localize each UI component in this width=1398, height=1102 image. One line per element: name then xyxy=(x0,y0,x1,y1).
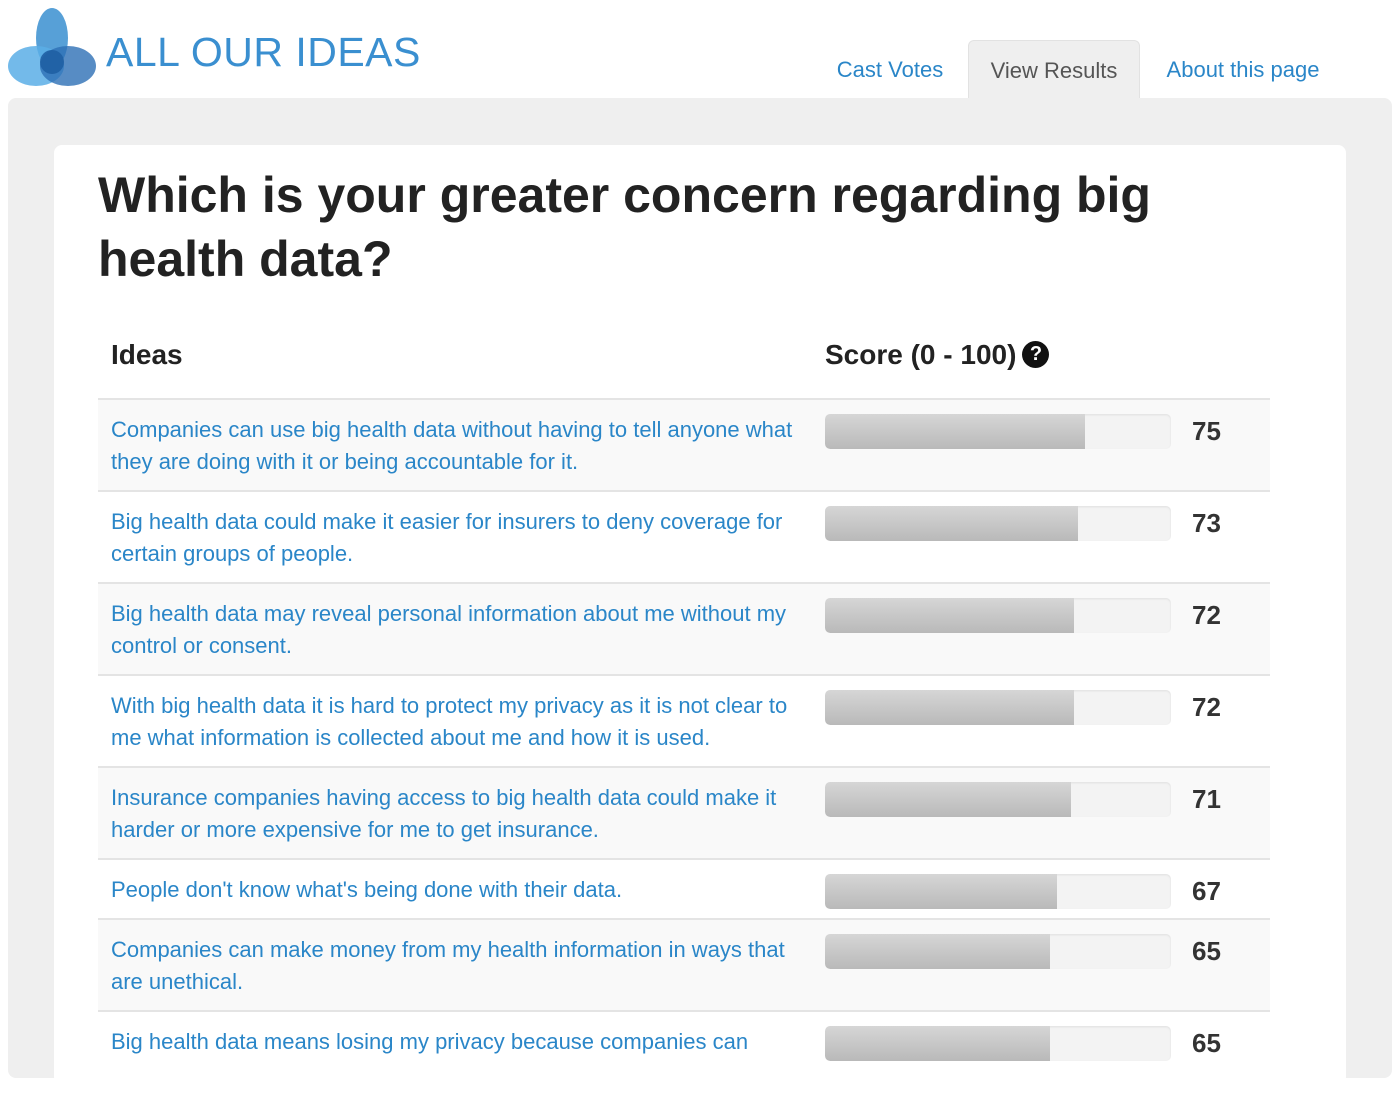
score-bar xyxy=(825,690,1171,725)
score-bar xyxy=(825,414,1171,449)
score-bar xyxy=(825,598,1171,633)
score-bar-fill xyxy=(825,506,1078,541)
ideas-column-header: Ideas xyxy=(111,339,183,370)
score-bar-fill xyxy=(825,414,1085,449)
score-bar xyxy=(825,1026,1171,1061)
table-row: Big health data may reveal personal info… xyxy=(98,582,1270,674)
table-row: Companies can make money from my health … xyxy=(98,918,1270,1010)
score-bar-fill xyxy=(825,598,1075,633)
score-value: 75 xyxy=(1192,416,1221,446)
idea-link[interactable]: Companies can make money from my health … xyxy=(111,934,801,998)
score-bar xyxy=(825,506,1171,541)
question-title: Which is your greater concern regarding … xyxy=(98,167,1151,287)
score-bar-fill xyxy=(825,874,1057,909)
score-value: 65 xyxy=(1192,1028,1221,1058)
tab-cast-votes[interactable]: Cast Votes xyxy=(820,40,960,100)
question-circle-icon[interactable]: ? xyxy=(1022,341,1050,368)
table-row: With big health data it is hard to prote… xyxy=(98,674,1270,766)
table-row: People don't know what's being done with… xyxy=(98,858,1270,918)
score-column-header: Score (0 - 100)? xyxy=(825,336,1050,374)
score-value: 67 xyxy=(1192,876,1221,906)
score-bar-fill xyxy=(825,690,1075,725)
score-value: 72 xyxy=(1192,692,1221,722)
score-bar-fill xyxy=(825,934,1050,969)
table-row: Big health data means losing my privacy … xyxy=(98,1010,1270,1102)
score-bar xyxy=(825,874,1171,909)
results-table: Companies can use big health data withou… xyxy=(98,398,1270,1102)
site-header: ALL OUR IDEAS Cast Votes View Results Ab… xyxy=(0,0,1398,100)
table-row: Big health data could make it easier for… xyxy=(98,490,1270,582)
score-bar-fill xyxy=(825,782,1071,817)
tab-view-results[interactable]: View Results xyxy=(968,40,1140,100)
score-bar xyxy=(825,782,1171,817)
score-bar xyxy=(825,934,1171,969)
score-value: 71 xyxy=(1192,784,1221,814)
idea-link[interactable]: People don't know what's being done with… xyxy=(111,874,801,906)
table-row: Insurance companies having access to big… xyxy=(98,766,1270,858)
table-row: Companies can use big health data withou… xyxy=(98,398,1270,490)
idea-link[interactable]: Companies can use big health data withou… xyxy=(111,414,801,478)
idea-link[interactable]: Insurance companies having access to big… xyxy=(111,782,801,846)
tab-about-this-page[interactable]: About this page xyxy=(1148,40,1338,100)
score-value: 65 xyxy=(1192,936,1221,966)
idea-link[interactable]: Big health data means losing my privacy … xyxy=(111,1026,801,1058)
score-value: 73 xyxy=(1192,508,1221,538)
idea-link[interactable]: Big health data may reveal personal info… xyxy=(111,598,801,662)
nav-tabs: Cast Votes View Results About this page xyxy=(0,0,1398,100)
idea-link[interactable]: Big health data could make it easier for… xyxy=(111,506,801,570)
score-bar-fill xyxy=(825,1026,1050,1061)
score-header-label: Score (0 - 100) xyxy=(825,339,1017,370)
score-value: 72 xyxy=(1192,600,1221,630)
idea-link[interactable]: With big health data it is hard to prote… xyxy=(111,690,801,754)
